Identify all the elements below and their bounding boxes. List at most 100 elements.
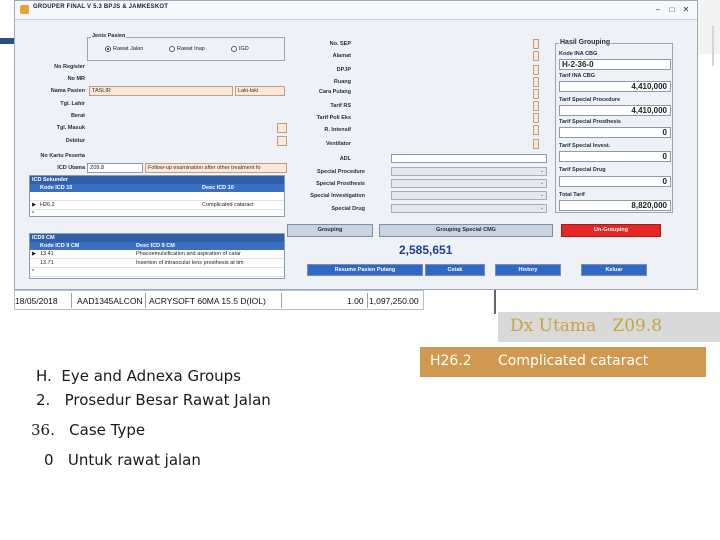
- table-row[interactable]: ▶ H26.2 Complicated cataract: [30, 201, 284, 210]
- minimize-button[interactable]: –: [651, 4, 665, 15]
- label-tarif-sp-drug: Tarif Special Drug: [559, 167, 606, 173]
- total-tarif-input[interactable]: 8,820,000: [559, 200, 671, 211]
- icd9-header-desc: Desc ICD 9 CM: [136, 243, 175, 249]
- table-row[interactable]: *: [30, 268, 284, 277]
- radio-rawat-jalan-label: Rawat Jalan: [113, 46, 144, 52]
- label-ventilator: Ventilator: [325, 141, 351, 147]
- strip-divider: [71, 293, 72, 308]
- row-marker: *: [32, 211, 35, 217]
- special-drug-select[interactable]: ⌄: [391, 204, 547, 213]
- icd10-code-cell: H26.2: [40, 202, 55, 208]
- r-intensif-input[interactable]: [533, 125, 539, 135]
- label-no-sep: No. SEP: [329, 41, 351, 47]
- label-no-register: No Register: [54, 64, 85, 70]
- table-row[interactable]: 13.71 Insertion of intraocular lens pros…: [30, 259, 284, 268]
- tarif-rs-input[interactable]: [533, 101, 539, 111]
- un-grouping-button[interactable]: Un-Grouping: [561, 224, 661, 237]
- strip-item: ACRYSOFT 60MA 15.5 D(IOL): [149, 296, 266, 306]
- label-debitur: Debitur: [65, 138, 85, 144]
- line-number: H.: [36, 367, 52, 385]
- icd-highlight-desc: Complicated cataract: [498, 353, 649, 369]
- icd9-code-cell: 13.41: [40, 251, 54, 257]
- icd10-grid-header: Kode ICD 10 Desc ICD 10: [30, 184, 284, 192]
- title-bar: GROUPER FINAL V 5.3 BPJS & JAMKESKOT – □…: [15, 1, 697, 20]
- ruang-input[interactable]: [533, 77, 539, 87]
- label-alamat: Alamat: [332, 53, 351, 59]
- item-strip: 18/05/2018 AAD1345ALCON ACRYSOFT 60MA 15…: [14, 290, 424, 310]
- kode-ina-input[interactable]: H-2-36-0: [559, 59, 671, 70]
- label-icd-utama: ICD Utama: [57, 165, 85, 171]
- slide-accent-right: [698, 0, 720, 54]
- icd10-grid[interactable]: ICD Sekunder Kode ICD 10 Desc ICD 10 ▶ H…: [29, 175, 285, 217]
- special-investigation-select[interactable]: ⌄: [391, 191, 547, 200]
- tarif-ina-input[interactable]: 4,410,000: [559, 81, 671, 92]
- adl-input[interactable]: [391, 154, 547, 163]
- maximize-button[interactable]: □: [665, 4, 679, 15]
- strip-price: 1,097,250.00: [369, 296, 419, 306]
- label-cara-pulang: Cara Pulang: [318, 89, 351, 95]
- icd9-grid[interactable]: ICD9 CM Kode ICD 9 CM Desc ICD 9 CM ▶ 13…: [29, 233, 285, 279]
- label-dpjp: DPJP: [336, 67, 351, 73]
- jenis-pasien-title: Jenis Pasien: [91, 33, 127, 39]
- label-no-kartu: No Kartu Peserta: [40, 153, 85, 159]
- cara-pulang-input[interactable]: [533, 89, 539, 99]
- strip-divider: [145, 293, 146, 308]
- slide-line-3: 36. Case Type: [31, 421, 145, 439]
- icd-utama-desc-input[interactable]: Follow-up examination after other treatm…: [145, 163, 287, 173]
- slide-line-1: H. Eye and Adnexa Groups: [36, 367, 241, 385]
- label-berat: Berat: [70, 113, 85, 119]
- grouping-button[interactable]: Grouping: [287, 224, 373, 237]
- nama-pasien-input[interactable]: TASLIR: [89, 86, 233, 96]
- tarif-sp-proc-input[interactable]: 4,410,000: [559, 105, 671, 116]
- row-marker: ▶: [32, 202, 37, 208]
- label-adl: ADL: [339, 156, 351, 162]
- tarif-sp-pros-input[interactable]: 0: [559, 127, 671, 138]
- alamat-input[interactable]: [533, 51, 539, 61]
- special-procedure-select[interactable]: ⌄: [391, 167, 547, 176]
- grouping-special-cmg-button[interactable]: Grouping Special CMG: [379, 224, 553, 237]
- label-tgl-lahir: Tgl. Lahir: [60, 101, 85, 107]
- no-sep-input[interactable]: [533, 39, 539, 49]
- dpjp-input[interactable]: [533, 65, 539, 75]
- label-special-drug: Special Drug: [331, 206, 365, 212]
- radio-igd[interactable]: [231, 46, 237, 52]
- table-row[interactable]: [30, 192, 284, 201]
- row-marker: ▶: [32, 251, 37, 257]
- hasil-grouping-title: Hasil Grouping: [559, 39, 612, 46]
- grouper-window: GROUPER FINAL V 5.3 BPJS & JAMKESKOT – □…: [14, 0, 698, 290]
- icd-utama-code-input[interactable]: Z09.8: [87, 163, 143, 173]
- special-prosthesis-select[interactable]: ⌄: [391, 179, 547, 188]
- cetak-button[interactable]: Cetak: [425, 264, 485, 276]
- slide-accent-right-line: [712, 26, 714, 66]
- radio-rawat-inap[interactable]: [169, 46, 175, 52]
- dx-utama-box: Dx Utama Z09.8: [498, 312, 720, 342]
- icd-highlight-box: H26.2 Complicated cataract: [420, 347, 706, 377]
- tarif-sp-inv-input[interactable]: 0: [559, 151, 671, 162]
- keluar-button[interactable]: Keluar: [581, 264, 647, 276]
- line-number: 36.: [31, 421, 55, 439]
- gender-input[interactable]: Laki-laki: [235, 86, 285, 96]
- icd10-grid-caption: ICD Sekunder: [30, 176, 284, 184]
- history-button[interactable]: History: [495, 264, 561, 276]
- icd10-header-code: Kode ICD 10: [40, 185, 73, 191]
- label-tgl-masuk: Tgl. Masuk: [56, 125, 85, 131]
- table-row[interactable]: ▶ 13.41 Phacoemulsification and aspirati…: [30, 250, 284, 259]
- strip-right-edge: [494, 290, 496, 314]
- app-icon: [20, 5, 29, 14]
- icd9-desc-cell: Insertion of intraocular lens prosthesis…: [136, 260, 244, 266]
- close-button[interactable]: ✕: [679, 4, 693, 15]
- radio-rawat-jalan[interactable]: [105, 46, 111, 52]
- label-special-procedure: Special Procedure: [317, 169, 365, 175]
- label-total-tarif: Total Tarif: [559, 192, 585, 198]
- table-row[interactable]: *: [30, 210, 284, 217]
- resume-pasien-button[interactable]: Resume Pasien Pulang: [307, 264, 423, 276]
- tarif-poli-input[interactable]: [533, 113, 539, 123]
- line-text: Eye and Adnexa Groups: [61, 367, 241, 385]
- line-text: Case Type: [69, 421, 146, 439]
- tarif-sp-drug-input[interactable]: 0: [559, 176, 671, 187]
- icd-highlight-code: H26.2: [430, 353, 472, 369]
- strip-divider: [367, 293, 368, 308]
- label-special-prosthesis: Special Prosthesis: [316, 181, 365, 187]
- row-marker: *: [32, 269, 35, 275]
- ventilator-input[interactable]: [533, 139, 539, 149]
